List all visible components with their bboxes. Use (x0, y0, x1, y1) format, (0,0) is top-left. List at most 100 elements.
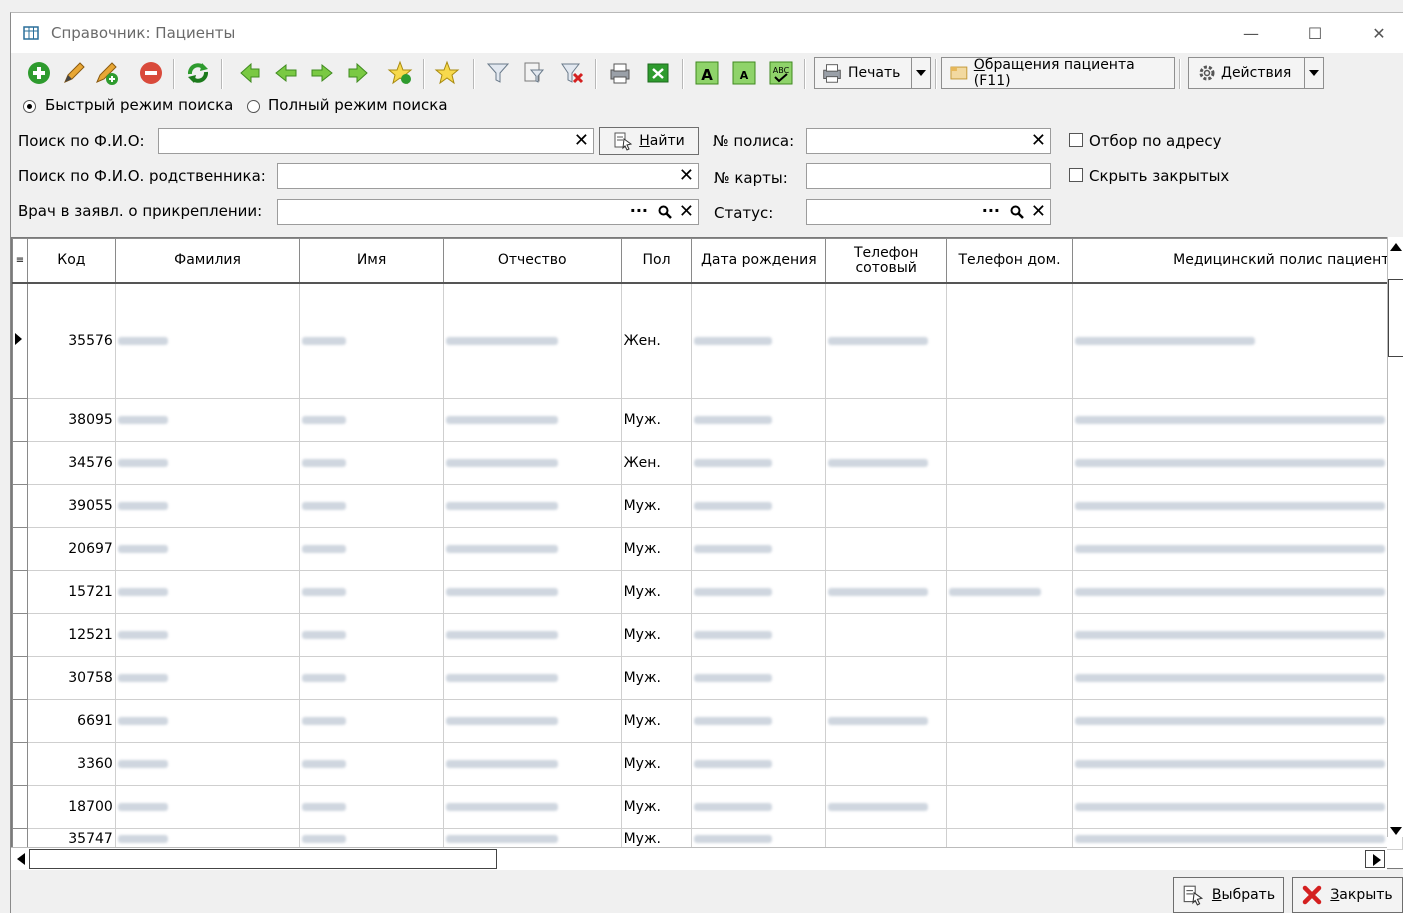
scroll-down-icon[interactable] (1390, 827, 1402, 835)
spellcheck-icon[interactable]: ABC (768, 60, 794, 86)
actions-button[interactable]: Действия (1188, 57, 1324, 89)
policy-input[interactable]: ✕ (806, 128, 1051, 154)
policy-clear-icon[interactable]: ✕ (1031, 131, 1046, 151)
filter-edit-icon[interactable] (521, 60, 547, 86)
table-row[interactable]: 6691 Муж. (12, 699, 1403, 743)
doctor-search-icon[interactable] (658, 205, 672, 219)
doctor-clear-icon[interactable]: ✕ (679, 202, 694, 222)
cell-last-name (114, 441, 301, 485)
add-icon[interactable] (26, 60, 52, 86)
card-input[interactable] (806, 163, 1051, 189)
doctor-browse-icon[interactable]: ··· (630, 201, 648, 220)
vertical-scrollbar[interactable] (1387, 237, 1403, 837)
minimize-button[interactable]: — (1228, 19, 1274, 49)
close-window-button[interactable]: ✕ (1356, 19, 1402, 49)
header-insurance-policy[interactable]: Медицинский полис пациента (1071, 238, 1403, 284)
scroll-left-icon[interactable] (17, 853, 25, 865)
edit-copy-icon[interactable] (93, 60, 119, 86)
header-patronymic[interactable]: Отчество (442, 238, 622, 284)
status-clear-icon[interactable]: ✕ (1031, 202, 1046, 222)
refresh-icon[interactable] (185, 60, 211, 86)
print-dropdown-arrow[interactable] (911, 58, 930, 88)
status-search-icon[interactable] (1010, 205, 1024, 219)
redacted-text (1074, 803, 1385, 811)
actions-dropdown-arrow[interactable] (1304, 58, 1323, 88)
print-icon[interactable] (607, 60, 633, 86)
filter-clear-icon[interactable] (559, 60, 585, 86)
patient-visits-button[interactable]: Обращения пациента (F11) (941, 57, 1175, 89)
font-decrease-icon[interactable]: A (731, 60, 757, 86)
header-home-phone[interactable]: Телефон дом. (946, 238, 1073, 284)
vertical-scroll-thumb[interactable] (1388, 279, 1403, 357)
scroll-up-icon[interactable] (1390, 243, 1402, 251)
row-indicator[interactable] (12, 656, 28, 700)
table-row[interactable]: 3360 Муж. (12, 742, 1403, 786)
row-indicator[interactable] (12, 742, 28, 786)
cell-home-phone (946, 656, 1073, 700)
row-indicator[interactable] (12, 527, 28, 571)
horizontal-scroll-thumb[interactable] (29, 849, 497, 869)
header-first-name[interactable]: Имя (299, 238, 444, 284)
table-row[interactable]: 35576 Жен. (12, 282, 1403, 399)
table-row[interactable]: 39055 Муж. (12, 484, 1403, 528)
hide-closed-label: Скрыть закрытых (1089, 167, 1230, 185)
column-chooser-header[interactable]: ≡ (12, 238, 28, 284)
redacted-text (1074, 717, 1385, 725)
redacted-text (302, 760, 347, 768)
delete-icon[interactable] (138, 60, 164, 86)
row-indicator[interactable] (12, 570, 28, 614)
doctor-input[interactable]: ··· ✕ (277, 199, 699, 225)
row-indicator[interactable] (12, 484, 28, 528)
next-record-icon[interactable] (309, 60, 335, 86)
edit-icon[interactable] (61, 60, 87, 86)
cell-patronymic (442, 570, 622, 614)
hide-closed-checkbox[interactable] (1069, 168, 1083, 182)
first-record-icon[interactable] (237, 60, 263, 86)
fio-clear-icon[interactable]: ✕ (574, 131, 589, 151)
select-button[interactable]: Выбрать (1173, 877, 1284, 913)
favorites-icon[interactable] (434, 60, 460, 86)
last-record-icon[interactable] (345, 60, 371, 86)
maximize-button[interactable]: ☐ (1292, 19, 1338, 49)
table-row[interactable]: 15721 Муж. (12, 570, 1403, 614)
relative-search-input[interactable]: ✕ (277, 163, 699, 189)
close-button[interactable]: Закрыть (1292, 877, 1403, 913)
header-code[interactable]: Код (26, 238, 116, 284)
excel-export-icon[interactable] (645, 60, 671, 86)
table-row[interactable]: 12521 Муж. (12, 613, 1403, 657)
status-browse-icon[interactable]: ··· (982, 201, 1000, 220)
header-sex[interactable]: Пол (620, 238, 693, 284)
redacted-text (445, 337, 558, 345)
header-mobile-phone[interactable]: Телефон сотовый (825, 238, 948, 284)
scroll-right-button[interactable] (1365, 850, 1385, 868)
relative-clear-icon[interactable]: ✕ (679, 166, 694, 186)
row-indicator[interactable] (12, 282, 28, 399)
cell-first-name (299, 527, 444, 571)
redacted-text (117, 835, 168, 843)
row-indicator[interactable] (12, 613, 28, 657)
row-indicator[interactable] (12, 785, 28, 829)
fio-search-input[interactable]: ✕ (158, 128, 594, 154)
table-row[interactable]: 34576 Жен. (12, 441, 1403, 485)
row-indicator[interactable] (12, 398, 28, 442)
header-birth-date[interactable]: Дата рождения (691, 238, 827, 284)
filter-icon[interactable] (485, 60, 511, 86)
find-button[interactable]: Найти (599, 127, 699, 155)
full-search-radio[interactable] (247, 100, 260, 113)
table-row[interactable]: 30758 Муж. (12, 656, 1403, 700)
row-indicator[interactable] (12, 699, 28, 743)
status-input[interactable]: ··· ✕ (806, 199, 1051, 225)
quick-search-radio[interactable] (23, 100, 36, 113)
favorite-add-icon[interactable] (387, 60, 413, 86)
table-row[interactable]: 38095 Муж. (12, 398, 1403, 442)
header-last-name[interactable]: Фамилия (114, 238, 301, 284)
row-indicator[interactable] (12, 441, 28, 485)
address-filter-checkbox[interactable] (1069, 133, 1083, 147)
table-row[interactable]: 20697 Муж. (12, 527, 1403, 571)
font-increase-icon[interactable]: A (694, 60, 720, 86)
prev-record-icon[interactable] (273, 60, 299, 86)
print-button[interactable]: Печать (814, 57, 931, 89)
patients-grid[interactable]: ≡ Код Фамилия Имя Отчество Пол Дата рожд… (11, 237, 1403, 869)
horizontal-scrollbar[interactable] (11, 847, 1387, 870)
table-row[interactable]: 18700 Муж. (12, 785, 1403, 829)
